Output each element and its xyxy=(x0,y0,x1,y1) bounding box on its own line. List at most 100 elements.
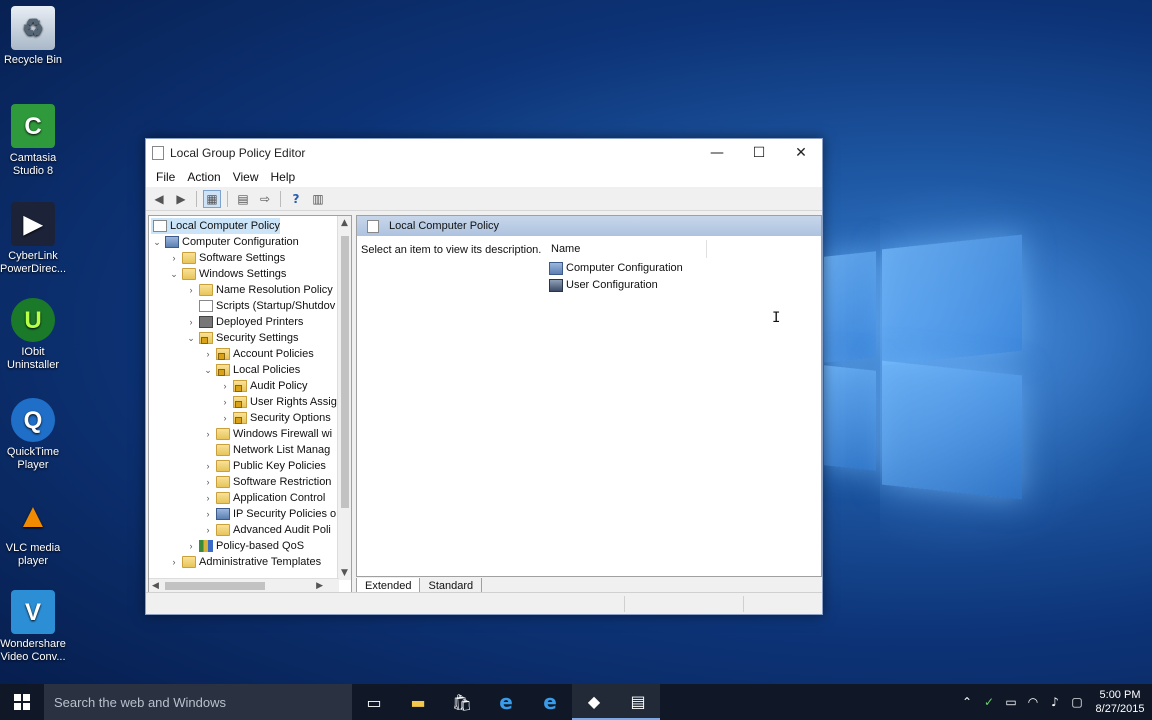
volume-icon[interactable]: ♪ xyxy=(1044,695,1066,709)
title-bar[interactable]: Local Group Policy Editor — ☐ ✕ xyxy=(146,139,822,167)
qos-chart-icon xyxy=(199,540,213,552)
tree-item-scripts[interactable]: Scripts (Startup/Shutdov xyxy=(185,298,335,314)
desktop-icon-camtasia[interactable]: C Camtasia Studio 8 xyxy=(0,104,66,178)
show-hide-action-pane-icon[interactable]: ▥ xyxy=(309,190,327,208)
tree-item-security-options[interactable]: › Security Options xyxy=(219,410,331,426)
chevron-right-icon[interactable]: › xyxy=(202,429,214,439)
desktop-icon-cyberlink[interactable]: ▶ CyberLink PowerDirec... xyxy=(0,202,66,276)
internet-explorer-icon[interactable]: e xyxy=(484,684,528,720)
tree-item-software-restriction[interactable]: › Software Restriction xyxy=(202,474,331,490)
menu-file[interactable]: File xyxy=(150,170,181,184)
chevron-right-icon[interactable]: › xyxy=(219,413,231,423)
edge-icon[interactable]: e xyxy=(528,684,572,720)
battery-icon[interactable]: ▭ xyxy=(1000,695,1022,709)
action-center-icon[interactable]: ▢ xyxy=(1066,695,1088,709)
store-icon[interactable]: 🛍 xyxy=(440,684,484,720)
desktop-icon-wondershare[interactable]: V Wondershare Video Conv... xyxy=(0,590,66,664)
search-input[interactable]: Search the web and Windows xyxy=(44,684,352,720)
chevron-right-icon[interactable]: › xyxy=(202,477,214,487)
tree-item-public-key-policies[interactable]: › Public Key Policies xyxy=(202,458,326,474)
network-icon[interactable]: ◠ xyxy=(1022,695,1044,709)
tree-item-administrative-templates[interactable]: › Administrative Templates xyxy=(168,554,321,570)
tree-pane: Local Computer Policy ⌄ Computer Configu… xyxy=(148,215,352,593)
windows-start-icon xyxy=(14,694,30,710)
tree-item-label: Security Settings xyxy=(216,332,299,344)
minimize-button[interactable]: — xyxy=(696,139,738,167)
desktop-icon-vlc[interactable]: ▲ VLC media player xyxy=(0,494,66,568)
tree-item-ip-security-policies[interactable]: › IP Security Policies o xyxy=(202,506,336,522)
export-list-icon[interactable]: ⇨ xyxy=(256,190,274,208)
desktop-icon-quicktime[interactable]: Q QuickTime Player xyxy=(0,398,66,472)
tree-item-network-list-manager[interactable]: Network List Manag xyxy=(202,442,330,458)
tree-item-policy-based-qos[interactable]: › Policy-based QoS xyxy=(185,538,304,554)
details-header: Local Computer Policy xyxy=(357,216,821,236)
tree-item-local-computer-policy[interactable]: Local Computer Policy xyxy=(151,218,281,234)
menu-action[interactable]: Action xyxy=(181,170,226,184)
show-hidden-icons-icon[interactable]: ⌃ xyxy=(956,695,978,709)
chevron-right-icon[interactable]: › xyxy=(185,317,197,327)
chevron-right-icon[interactable]: › xyxy=(219,397,231,407)
camtasia-icon: C xyxy=(11,104,55,148)
maximize-button[interactable]: ☐ xyxy=(738,139,780,167)
tree-item-audit-policy[interactable]: › Audit Policy xyxy=(219,378,307,394)
chevron-right-icon[interactable]: › xyxy=(185,541,197,551)
desktop-icon-iobit[interactable]: U IObit Uninstaller xyxy=(0,298,66,372)
desktop-icon-label: Camtasia Studio 8 xyxy=(9,152,57,177)
group-policy-editor-icon[interactable]: ▤ xyxy=(616,684,660,720)
vlc-cone-icon: ▲ xyxy=(16,496,50,535)
close-button[interactable]: ✕ xyxy=(780,139,822,167)
chevron-right-icon[interactable]: › xyxy=(202,493,214,503)
tree-item-software-settings[interactable]: › Software Settings xyxy=(168,250,285,266)
list-item-user-configuration[interactable]: User Configuration xyxy=(549,277,658,293)
tree-item-deployed-printers[interactable]: › Deployed Printers xyxy=(185,314,303,330)
tree-vertical-scrollbar[interactable]: ▲ ▼ xyxy=(337,216,351,580)
help-icon[interactable]: ? xyxy=(287,190,305,208)
chevron-down-icon[interactable]: ⌄ xyxy=(168,269,180,280)
file-explorer-icon[interactable]: ▬ xyxy=(396,684,440,720)
clock[interactable]: 5:00 PM 8/27/2015 xyxy=(1088,688,1152,716)
desktop-icon-label: Wondershare Video Conv... xyxy=(0,638,66,663)
scrollbar-thumb[interactable] xyxy=(341,236,349,508)
chevron-right-icon[interactable]: › xyxy=(202,461,214,471)
menu-view[interactable]: View xyxy=(227,170,265,184)
menu-help[interactable]: Help xyxy=(265,170,302,184)
chevron-right-icon[interactable]: › xyxy=(202,525,214,535)
scrollbar-thumb[interactable] xyxy=(165,582,265,590)
chevron-right-icon[interactable]: › xyxy=(202,349,214,359)
policy-document-icon xyxy=(153,220,167,232)
mmc-icon[interactable]: ◆ xyxy=(572,684,616,720)
chevron-down-icon[interactable]: ⌄ xyxy=(185,333,197,344)
tree-item-local-policies[interactable]: ⌄ Local Policies xyxy=(202,362,300,378)
desktop-icon-label: CyberLink PowerDirec... xyxy=(0,250,67,275)
folder-icon xyxy=(216,524,230,536)
properties-icon[interactable]: ▤ xyxy=(234,190,252,208)
chevron-down-icon[interactable]: ⌄ xyxy=(151,237,163,248)
back-arrow-icon[interactable]: ◀ xyxy=(150,190,168,208)
tree-item-name-resolution-policy[interactable]: › Name Resolution Policy xyxy=(185,282,333,298)
list-item-computer-configuration[interactable]: Computer Configuration xyxy=(549,260,683,276)
tree-item-advanced-audit[interactable]: › Advanced Audit Poli xyxy=(202,522,331,538)
tree-item-computer-configuration[interactable]: ⌄ Computer Configuration xyxy=(151,234,299,250)
chevron-right-icon[interactable]: › xyxy=(168,253,180,263)
tree-item-windows-settings[interactable]: ⌄ Windows Settings xyxy=(168,266,286,282)
tree-item-account-policies[interactable]: › Account Policies xyxy=(202,346,314,362)
chevron-down-icon[interactable]: ⌄ xyxy=(202,365,214,376)
show-hide-tree-icon[interactable]: ▦ xyxy=(203,189,221,208)
chevron-right-icon[interactable]: › xyxy=(168,557,180,567)
security-icon[interactable]: ✓ xyxy=(978,695,1000,709)
task-view-icon[interactable]: ▭ xyxy=(352,684,396,720)
start-button[interactable] xyxy=(0,684,44,720)
tree-item-security-settings[interactable]: ⌄ Security Settings xyxy=(185,330,299,346)
tree-item-label: Policy-based QoS xyxy=(216,540,305,552)
chevron-right-icon[interactable]: › xyxy=(185,285,197,295)
tree-item-user-rights-assignment[interactable]: › User Rights Assig xyxy=(219,394,337,410)
tree-horizontal-scrollbar[interactable]: ◀ ▶ xyxy=(149,578,339,592)
forward-arrow-icon[interactable]: ▶ xyxy=(172,190,190,208)
column-header-name[interactable]: Name xyxy=(547,240,707,258)
chevron-right-icon[interactable]: › xyxy=(202,509,214,519)
tree-item-application-control[interactable]: › Application Control xyxy=(202,490,325,506)
chevron-right-icon[interactable]: › xyxy=(219,381,231,391)
system-tray: ⌃ ✓ ▭ ◠ ♪ ▢ 5:00 PM 8/27/2015 xyxy=(956,684,1152,720)
tree-item-windows-firewall[interactable]: › Windows Firewall wi xyxy=(202,426,332,442)
desktop-icon-recycle-bin[interactable]: ♻ Recycle Bin xyxy=(0,6,66,67)
